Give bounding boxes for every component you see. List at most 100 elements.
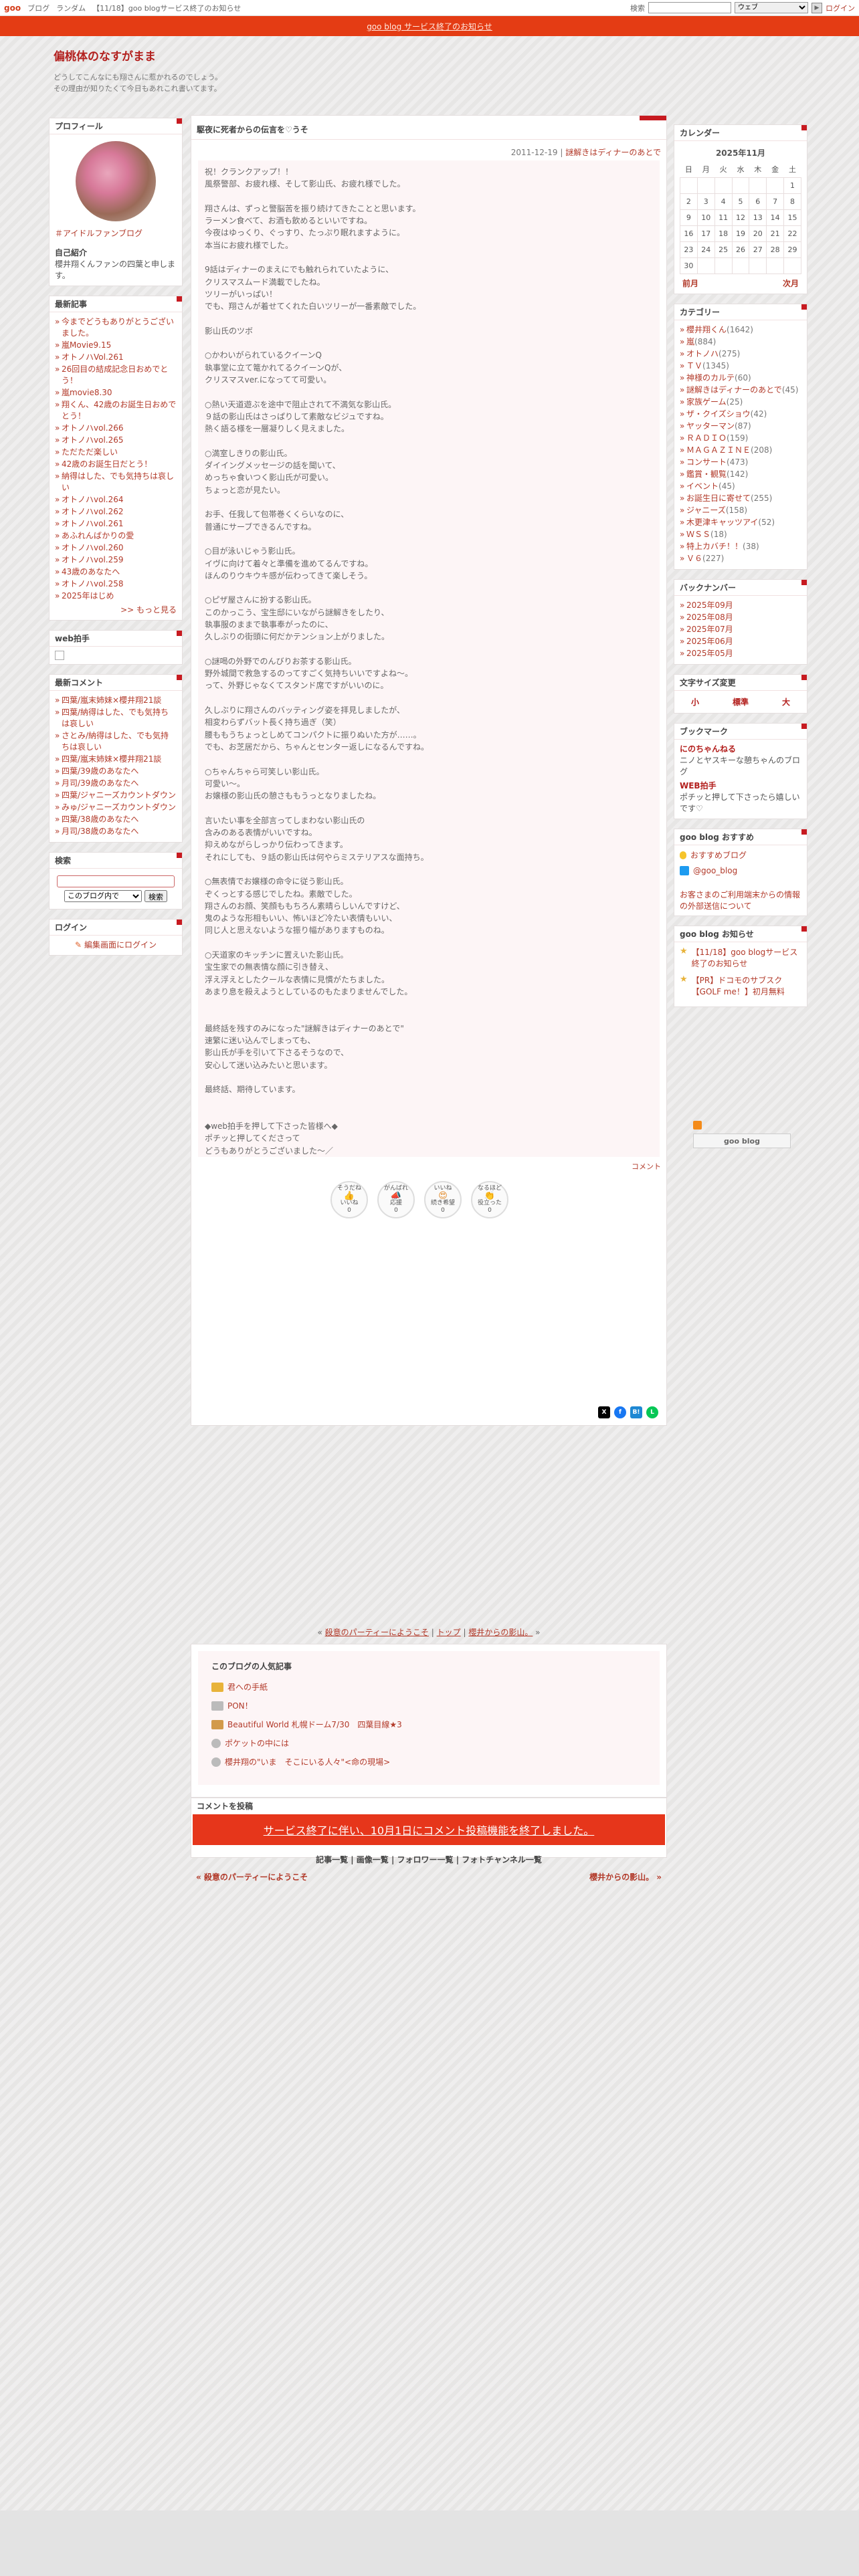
list-item[interactable]: 家族ゲーム(25) (680, 397, 801, 408)
list-item[interactable]: イベント(45) (680, 481, 801, 492)
list-item[interactable]: 納得はした、でも気持ちは哀しい (55, 471, 177, 494)
news-link-end[interactable]: 【11/18】goo blogサービス終了のお知らせ (692, 946, 801, 969)
list-item[interactable]: みゅ/ジャニーズカウントダウン (55, 802, 177, 813)
list-item[interactable]: 今までどうもありがとうございました。 (55, 316, 177, 339)
list-item[interactable]: ＭＡＧＡＺＩＮＥ(208) (680, 445, 801, 456)
facebook-share-icon[interactable]: f (614, 1406, 626, 1418)
recommend-blog-link[interactable]: おすすめブログ (690, 849, 747, 861)
list-item[interactable]: オトノハvol.259 (55, 554, 177, 566)
goo-twitter-link[interactable]: @goo_blog (693, 866, 737, 875)
list-item[interactable]: 2025年08月 (680, 612, 801, 623)
reaction-helpful-button[interactable]: なるほど 👏 役立った 0 (471, 1181, 508, 1219)
list-item[interactable]: 四葉/嵐末姉妹×櫻井翔21談 (55, 695, 177, 706)
fontsize-large-button[interactable]: 大 (782, 696, 790, 708)
login-link[interactable]: ログイン (826, 3, 855, 13)
reaction-more-button[interactable]: いいね 😍 続き希望 0 (424, 1181, 462, 1219)
comment-link[interactable]: コメント (632, 1162, 661, 1171)
list-item[interactable]: ポケットの中には (211, 1737, 646, 1749)
blog-search-input[interactable] (57, 875, 175, 887)
bottom-links[interactable]: 記事一覧 | 画像一覧 | フォロワー一覧 | フォトチャンネル一覧 (191, 1854, 667, 1865)
list-item[interactable]: 2025年06月 (680, 636, 801, 647)
list-item[interactable]: 四葉/納得はした、でも気持ちは哀しい (55, 707, 177, 730)
topbar-link-random[interactable]: ランダム (56, 3, 86, 13)
rss-icon[interactable] (693, 1121, 702, 1130)
list-item[interactable]: 四葉/39歳のあなたへ (55, 766, 177, 777)
list-item[interactable]: ただただ楽しい (55, 447, 177, 458)
search-input[interactable] (648, 2, 731, 13)
list-item[interactable]: 四葉/ジャニーズカウントダウン (55, 790, 177, 801)
external-info-link[interactable]: お客さまのご利用端末からの情報の外部送信について (680, 890, 800, 911)
more-link[interactable]: >> もっと見る (120, 605, 177, 615)
news-link-pr[interactable]: 【PR】ドコモのサブスク【GOLF me！】初月無料 (692, 974, 801, 997)
list-item[interactable]: PON！ (211, 1700, 646, 1711)
list-item[interactable]: オトノハvol.265 (55, 435, 177, 446)
list-item[interactable]: Beautiful World 札幌ドーム7/30 四葉目線★3 (211, 1719, 646, 1730)
list-item[interactable]: 2025年05月 (680, 648, 801, 659)
bottom-next-link[interactable]: 櫻井からの影山。 » (589, 1871, 662, 1883)
list-item[interactable]: 42歳のお誕生日だとう！ (55, 459, 177, 470)
goo-logo[interactable]: goo (4, 3, 21, 13)
list-item[interactable]: 2025年09月 (680, 600, 801, 611)
list-item[interactable]: コンサート(473) (680, 457, 801, 468)
list-item[interactable]: 櫻井翔くん(1642) (680, 324, 801, 336)
list-item[interactable]: にのちゃんねる ニノとヤスキーな憩ちゃんのブログ (680, 744, 801, 778)
line-share-icon[interactable]: L (646, 1406, 658, 1418)
list-item[interactable]: ザ・クイズショウ(42) (680, 409, 801, 420)
blog-search-button[interactable]: 検索 (145, 890, 167, 902)
search-go-button[interactable]: ▶ (812, 2, 822, 13)
fontsize-normal-button[interactable]: 標準 (733, 696, 749, 708)
list-item[interactable]: 2025年はじめ (55, 591, 177, 602)
list-item[interactable]: 神様のカルテ(60) (680, 372, 801, 384)
list-item[interactable]: ＷＳＳ(18) (680, 529, 801, 540)
web-clap-image-icon[interactable] (55, 651, 64, 660)
top-link[interactable]: トップ (437, 1628, 461, 1637)
list-item[interactable]: 四葉/38歳のあなたへ (55, 814, 177, 825)
next-post-link[interactable]: 櫻井からの影山。 (468, 1628, 533, 1637)
list-item[interactable]: さとみ/納得はした、でも気持ちは哀しい (55, 730, 177, 753)
list-item[interactable]: 櫻井翔の"いま そこにいる人々"<命の現場> (211, 1756, 646, 1767)
reaction-cheer-button[interactable]: がんばれ 📣 応援 0 (377, 1181, 415, 1219)
list-item[interactable]: 43歳のあなたへ (55, 566, 177, 578)
list-item[interactable]: お誕生日に寄せて(255) (680, 493, 801, 504)
list-item[interactable]: オトノハvol.261 (55, 518, 177, 530)
list-item[interactable]: 謎解きはディナーのあとで(45) (680, 385, 801, 396)
fontsize-small-button[interactable]: 小 (691, 696, 699, 708)
list-item[interactable]: 四葉/嵐末姉妹×櫻井翔21談 (55, 754, 177, 765)
calendar-prev-link[interactable]: 前月 (682, 278, 698, 290)
post-category-link[interactable]: 謎解きはディナーのあとで (565, 148, 661, 157)
goo-blog-badge[interactable]: goo blog (693, 1134, 791, 1148)
hatena-share-icon[interactable]: B! (630, 1406, 642, 1418)
list-item[interactable]: 2025年07月 (680, 624, 801, 635)
comment-closed-link[interactable]: サービス終了に伴い、10月1日にコメント投稿機能を終了しました。 (264, 1822, 595, 1838)
list-item[interactable]: オトノハvol.266 (55, 423, 177, 434)
list-item[interactable]: オトノハVol.261 (55, 352, 177, 363)
list-item[interactable]: オトノハvol.262 (55, 506, 177, 518)
topbar-link-blog[interactable]: ブログ (27, 3, 50, 13)
list-item[interactable]: 翔くん、42歳のお誕生日おめでとう！ (55, 399, 177, 422)
list-item[interactable]: オトノハ(275) (680, 348, 801, 360)
blog-title[interactable]: 偏桃体のなすがまま (54, 50, 156, 64)
topbar-link-notice[interactable]: 【11/18】goo blogサービス終了のお知らせ (92, 3, 241, 13)
list-item[interactable]: 26回目の結成記念日おめでとう！ (55, 364, 177, 387)
blog-search-scope[interactable]: このブログ内で (64, 890, 142, 902)
service-end-link[interactable]: goo blog サービス終了のお知らせ (367, 21, 492, 32)
list-item[interactable]: 嵐Movie9.15 (55, 340, 177, 351)
reaction-like-button[interactable]: そうだね 👍 いいね 0 (330, 1181, 368, 1219)
list-item[interactable]: ジャニーズ(158) (680, 505, 801, 516)
list-item[interactable]: Ｖ６(227) (680, 553, 801, 564)
list-item[interactable]: 木更津キャッツアイ(52) (680, 517, 801, 528)
search-scope-select[interactable]: ウェブ (735, 2, 808, 13)
list-item[interactable]: 嵐(884) (680, 336, 801, 348)
list-item[interactable]: あふれんばかりの愛 (55, 530, 177, 542)
list-item[interactable]: WEB拍手 ポチッと押して下さったら嬉しいです♡ (680, 780, 801, 815)
list-item[interactable]: 月司/38歳のあなたへ (55, 826, 177, 837)
edit-login-link[interactable]: 編集画面にログイン (84, 940, 157, 950)
list-item[interactable]: 特上カバチ！！(38) (680, 541, 801, 552)
x-share-icon[interactable]: X (598, 1406, 610, 1418)
prev-post-link[interactable]: 殺意のパーティーにようこそ (325, 1628, 429, 1637)
list-item[interactable]: オトノハvol.258 (55, 578, 177, 590)
list-item[interactable]: ヤッターマン(87) (680, 421, 801, 432)
bottom-prev-link[interactable]: « 殺意のパーティーにようこそ (196, 1871, 308, 1883)
list-item[interactable]: ＴＶ(1345) (680, 360, 801, 372)
list-item[interactable]: 鑑賞・観覧(142) (680, 469, 801, 480)
